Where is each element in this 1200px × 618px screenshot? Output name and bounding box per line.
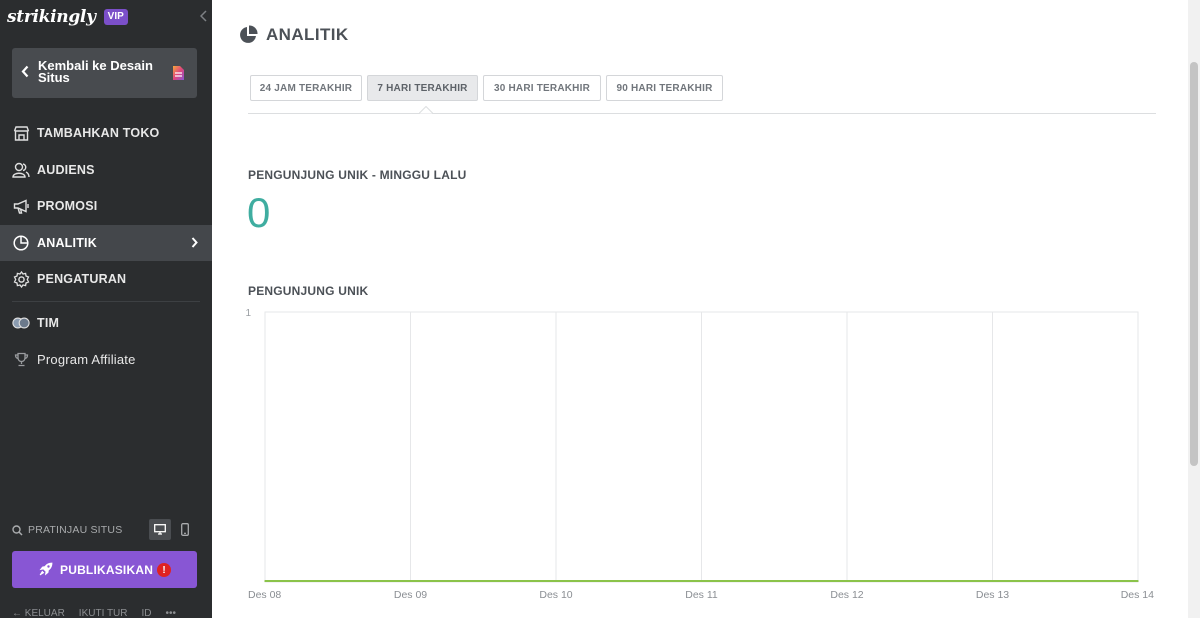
search-icon	[12, 524, 23, 536]
sidebar-divider	[12, 300, 200, 302]
sidebar-item-analytics[interactable]: ANALITIK	[0, 224, 212, 261]
sidebar-item-label: ANALITIK	[37, 235, 97, 250]
language-selector[interactable]: ID	[142, 608, 152, 618]
x-tick-label: Des 09	[394, 589, 427, 601]
sidebar-item-label: Program Affiliate	[37, 351, 136, 367]
unique-visitors-last-week-label: PENGUNJUNG UNIK - MINGGU LALU	[248, 168, 467, 182]
tab-30-days[interactable]: 30 HARI TERAKHIR	[483, 75, 601, 101]
chevron-left-icon	[199, 10, 207, 22]
logout-link[interactable]: ← KELUAR	[12, 608, 65, 618]
x-tick-label: Des 08	[248, 589, 281, 601]
main-content: ANALITIK 24 JAM TERAKHIR 7 HARI TERAKHIR…	[212, 0, 1188, 618]
data-point	[991, 580, 994, 582]
chevron-right-icon	[191, 236, 198, 248]
unique-visitors-chart: 1 Des 08 Des 09 Des 10 Des 11 Des 12 Des 13 Des…	[245, 308, 1154, 601]
y-tick-label: 1	[245, 308, 251, 319]
mobile-preview-button[interactable]	[177, 519, 193, 540]
desktop-icon	[154, 524, 166, 535]
x-tick-label: Des 13	[976, 589, 1009, 601]
sidebar-nav: TAMBAHKAN TOKO AUDIENS PROMOSI ANALITIK	[0, 115, 212, 378]
site-preview-row: PRATINJAU SITUS	[12, 519, 197, 540]
page-title: ANALITIK	[266, 25, 349, 44]
sidebar-item-settings[interactable]: PENGATURAN	[0, 261, 212, 298]
data-point	[264, 580, 266, 582]
data-point	[700, 580, 703, 582]
pie-chart-icon	[240, 25, 258, 43]
sidebar-item-affiliate[interactable]: Program Affiliate	[0, 341, 212, 378]
mobile-icon	[181, 523, 189, 536]
back-to-design-button[interactable]: Kembali ke Desain Situs	[12, 48, 197, 98]
data-point	[846, 580, 848, 582]
take-tour-link[interactable]: IKUTI TUR	[79, 608, 128, 618]
unique-visitors-last-week-value: 0	[247, 189, 271, 236]
site-document-icon	[173, 66, 184, 80]
tab-24-hours[interactable]: 24 JAM TERAKHIR	[250, 75, 362, 101]
pie-chart-icon	[12, 234, 30, 252]
chart-title: PENGUNJUNG UNIK	[248, 284, 369, 298]
sidebar-item-audience[interactable]: AUDIENS	[0, 152, 212, 189]
gear-icon	[12, 270, 30, 288]
sidebar-item-label: TAMBAHKAN TOKO	[37, 126, 160, 141]
audience-icon	[12, 161, 30, 179]
scrollbar-thumb[interactable]	[1190, 62, 1198, 466]
publish-button-label: PUBLIKASIKAN	[60, 563, 154, 577]
desktop-preview-button[interactable]	[149, 519, 171, 540]
back-to-design-label: Kembali ke Desain Situs	[38, 58, 153, 85]
active-tab-pointer	[419, 106, 433, 114]
sidebar-item-promotion[interactable]: PROMOSI	[0, 188, 212, 225]
trophy-icon	[12, 350, 30, 368]
team-icon	[12, 314, 30, 332]
chevron-left-icon	[21, 65, 29, 78]
sidebar-item-label: AUDIENS	[37, 162, 95, 177]
site-preview-link[interactable]: PRATINJAU SITUS	[28, 524, 122, 536]
date-range-tabs: 24 JAM TERAKHIR 7 HARI TERAKHIR 30 HARI …	[250, 75, 728, 101]
sidebar: strikingly VIP Kembali ke Desain Situs T…	[0, 0, 212, 618]
x-tick-label: Des 14	[1121, 589, 1154, 601]
tab-7-days[interactable]: 7 HARI TERAKHIR	[367, 75, 478, 101]
sidebar-item-label: PROMOSI	[37, 199, 98, 214]
sidebar-item-team[interactable]: TIM	[0, 305, 212, 342]
megaphone-icon	[12, 197, 30, 215]
sidebar-item-add-store[interactable]: TAMBAHKAN TOKO	[0, 115, 212, 152]
rocket-icon	[39, 562, 53, 576]
x-tick-label: Des 11	[685, 589, 718, 601]
tabs-divider	[248, 113, 1156, 114]
store-icon	[12, 124, 30, 142]
collapse-sidebar-button[interactable]	[197, 9, 209, 23]
page-scrollbar[interactable]	[1188, 0, 1200, 618]
sidebar-item-label: TIM	[37, 315, 60, 330]
page-header: ANALITIK	[238, 25, 349, 45]
brand: strikingly VIP	[7, 6, 128, 28]
alert-icon: !	[157, 563, 171, 577]
x-tick-label: Des 10	[539, 589, 572, 601]
publish-button[interactable]: PUBLIKASIKAN !	[12, 551, 197, 588]
tab-90-days[interactable]: 90 HARI TERAKHIR	[606, 75, 723, 101]
sidebar-item-label: PENGATURAN	[37, 272, 127, 287]
data-point	[409, 580, 412, 582]
sidebar-footer: ← KELUAR IKUTI TUR ID •••	[12, 606, 202, 618]
x-tick-label: Des 12	[830, 589, 863, 601]
data-point	[555, 580, 557, 582]
data-point	[1137, 580, 1139, 582]
vip-badge: VIP	[103, 9, 128, 25]
strikingly-logo: strikingly	[7, 7, 96, 27]
more-options-button[interactable]: •••	[166, 608, 177, 618]
